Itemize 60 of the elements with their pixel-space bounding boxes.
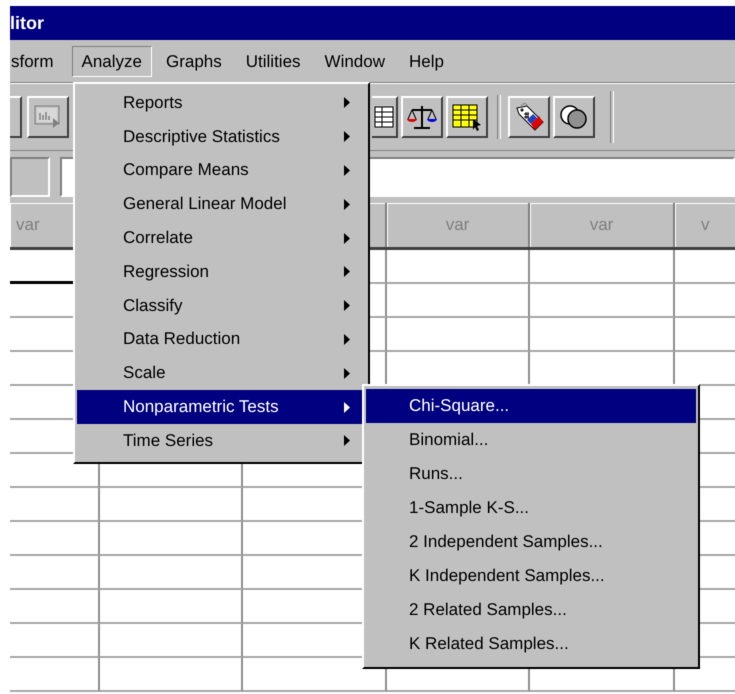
submenu-arrow-icon: [344, 164, 350, 176]
menu-item[interactable]: K Independent Samples...: [366, 559, 696, 593]
submenu-arrow-icon: [344, 402, 350, 413]
cell-name-field[interactable]: [10, 157, 50, 197]
submenu-arrow-icon: [344, 131, 350, 142]
grid-cell[interactable]: [387, 318, 530, 352]
submenu-arrow-icon: [344, 198, 350, 210]
menu-bar-item[interactable]: Analyze: [72, 46, 152, 76]
submenu-arrow-icon: [344, 368, 350, 379]
submenu-arrow-icon: [344, 232, 350, 244]
menu-item[interactable]: Regression: [77, 254, 366, 289]
menu-item[interactable]: Binomial...: [366, 423, 696, 457]
menu-item[interactable]: Scale: [77, 356, 366, 390]
table-icon[interactable]: [446, 96, 488, 138]
menu-item[interactable]: Compare Means: [77, 154, 366, 188]
grid-cell[interactable]: [387, 250, 530, 284]
submenu-arrow-icon: [344, 435, 350, 446]
tag-icon[interactable]: [508, 96, 550, 138]
grid-cell[interactable]: [10, 488, 100, 522]
menu-bar-item[interactable]: Help: [399, 46, 454, 76]
grid-cell[interactable]: [100, 522, 243, 556]
scale-icon[interactable]: [401, 96, 443, 138]
menu-item[interactable]: Reports: [77, 86, 366, 120]
submenu-arrow-icon: [344, 300, 350, 312]
menu-item[interactable]: K Related Samples...: [366, 627, 696, 661]
grid-cell[interactable]: [10, 658, 100, 692]
menu-item[interactable]: 1-Sample K-S...: [366, 491, 696, 525]
menu-item[interactable]: 2 Related Samples...: [366, 593, 696, 627]
grid-cell[interactable]: [10, 522, 100, 556]
menu-item[interactable]: Data Reduction: [77, 322, 366, 356]
menu-bar-item[interactable]: Graphs: [156, 46, 232, 76]
grid-icon[interactable]: [372, 96, 398, 138]
grid-cell[interactable]: [100, 488, 243, 522]
grid-cell[interactable]: [387, 284, 530, 318]
submenu-arrow-icon: [344, 266, 350, 278]
chart-icon[interactable]: [27, 96, 69, 138]
circles-icon[interactable]: [553, 96, 595, 138]
toolbar-button[interactable]: [10, 96, 22, 138]
submenu-arrow-icon: [344, 97, 350, 108]
grid-cell[interactable]: [100, 590, 243, 624]
menu-bar-item[interactable]: sform: [10, 46, 64, 76]
grid-cell[interactable]: [530, 250, 675, 284]
window-title: litor: [10, 12, 44, 34]
menu-item[interactable]: Classify: [77, 288, 366, 323]
grid-cell[interactable]: [100, 658, 243, 692]
menu-item[interactable]: Chi-Square...: [366, 389, 696, 423]
menu-bar-item[interactable]: Utilities: [236, 46, 311, 76]
grid-cell[interactable]: [100, 556, 243, 590]
grid-cell[interactable]: [10, 556, 100, 590]
menu-item[interactable]: Time Series: [77, 424, 366, 458]
menu-bar-item[interactable]: Window: [314, 46, 395, 76]
menu-item[interactable]: Runs...: [366, 457, 696, 491]
grid-cell[interactable]: [530, 318, 675, 352]
menu-item[interactable]: 2 Independent Samples...: [366, 525, 696, 559]
grid-cell[interactable]: [10, 590, 100, 624]
grid-cell[interactable]: [100, 624, 243, 658]
menu-item[interactable]: Descriptive Statistics: [77, 120, 366, 154]
submenu-arrow-icon: [344, 334, 350, 345]
grid-cell[interactable]: [530, 284, 675, 318]
grid-cell[interactable]: [10, 624, 100, 658]
